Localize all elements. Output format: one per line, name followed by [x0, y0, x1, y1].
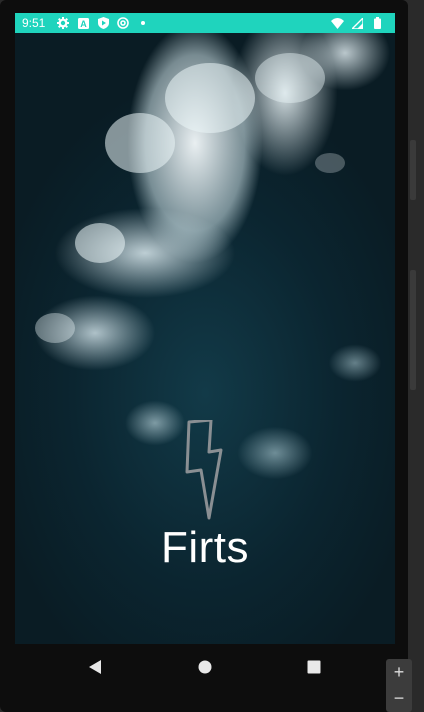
home-icon[interactable] [196, 658, 214, 676]
screen: 9:51 A Firts [15, 13, 395, 644]
power-button [410, 140, 416, 200]
back-icon[interactable] [86, 658, 104, 676]
a-icon: A [75, 15, 91, 31]
dot-icon [135, 15, 151, 31]
lightning-bolt-icon [175, 418, 235, 520]
at-icon [115, 15, 131, 31]
play-protect-icon [95, 15, 111, 31]
status-time: 9:51 [22, 16, 46, 30]
splash-title: Firts [160, 523, 250, 572]
zoom-out-button[interactable]: − [386, 685, 412, 711]
signal-icon [349, 15, 365, 31]
navigation-bar [0, 644, 408, 690]
svg-text:A: A [80, 19, 87, 29]
zoom-control: + − [386, 659, 412, 712]
status-right [329, 15, 389, 31]
battery-icon [369, 15, 385, 31]
recents-icon[interactable] [305, 658, 323, 676]
wifi-icon [329, 15, 345, 31]
volume-button [410, 270, 416, 390]
settings-icon [55, 15, 71, 31]
device-frame: 9:51 A Firts [0, 0, 408, 712]
zoom-in-button[interactable]: + [386, 659, 412, 685]
status-bar: 9:51 A [15, 13, 395, 33]
